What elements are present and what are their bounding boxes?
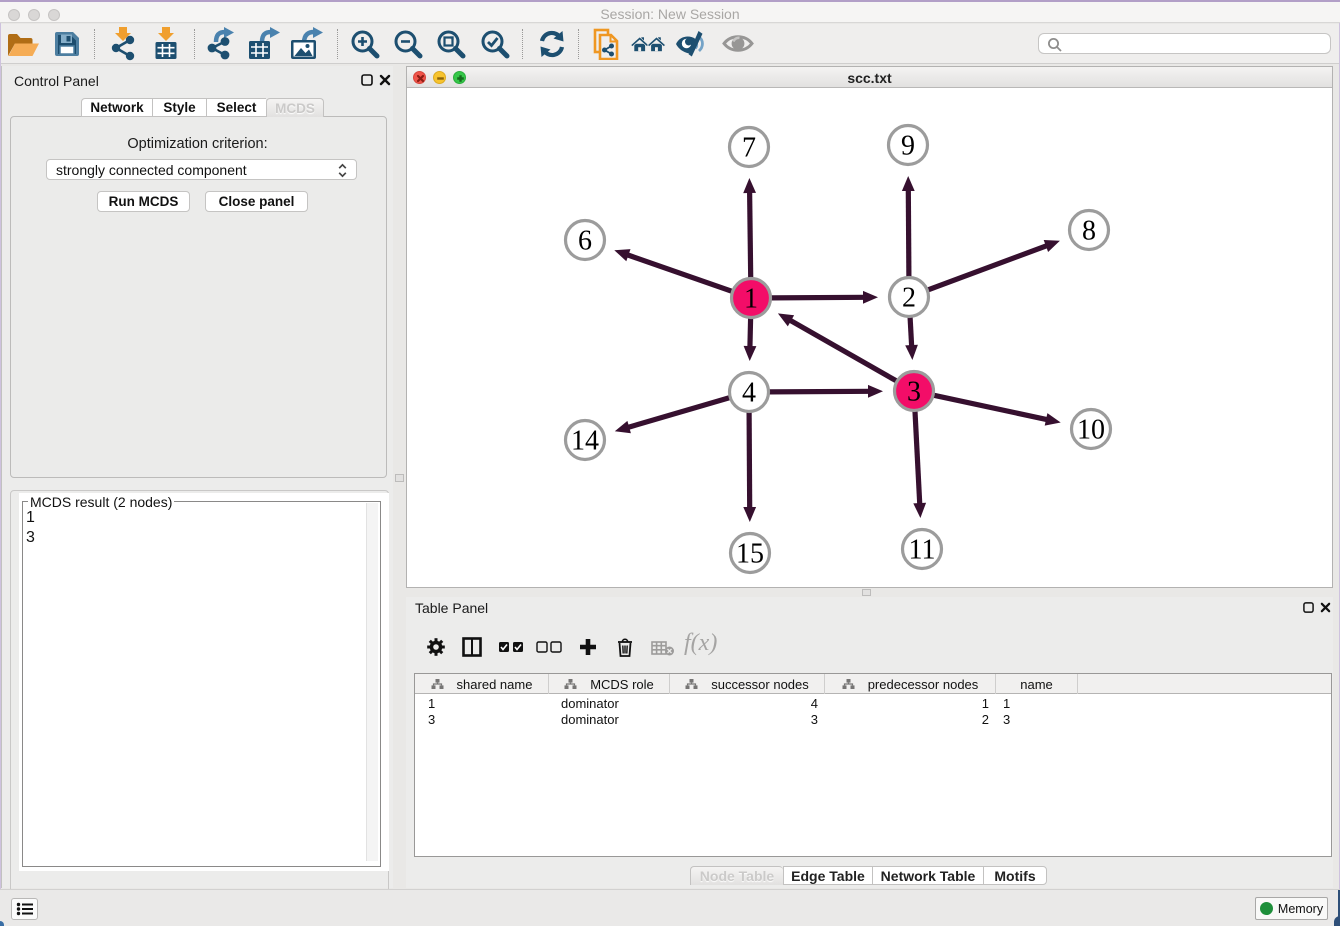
svg-text:1: 1 (744, 284, 758, 315)
svg-text:14: 14 (571, 426, 599, 457)
svg-text:11: 11 (909, 535, 936, 566)
svg-text:3: 3 (907, 377, 921, 408)
svg-text:4: 4 (742, 378, 756, 409)
svg-text:2: 2 (902, 283, 916, 314)
svg-text:7: 7 (742, 133, 756, 164)
svg-text:15: 15 (736, 539, 764, 570)
svg-text:6: 6 (578, 226, 592, 257)
svg-text:8: 8 (1082, 216, 1096, 247)
svg-text:10: 10 (1077, 415, 1105, 446)
svg-text:9: 9 (901, 131, 915, 162)
